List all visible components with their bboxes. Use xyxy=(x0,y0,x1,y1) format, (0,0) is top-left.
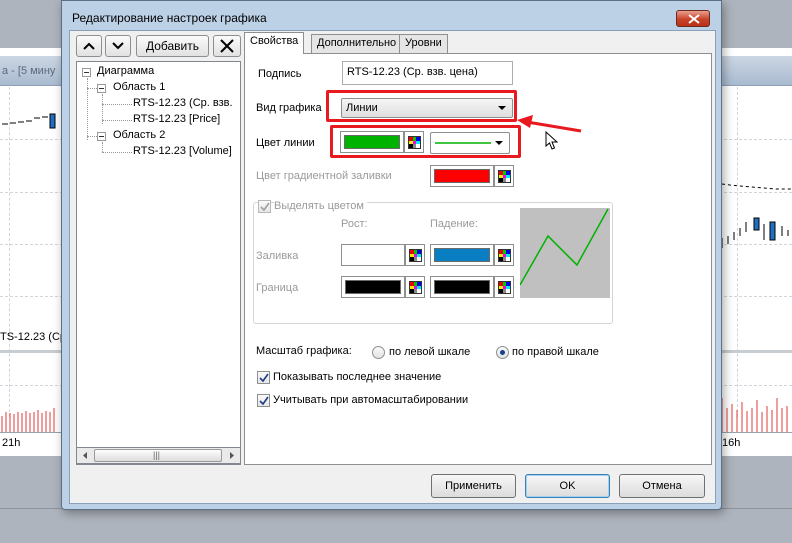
palette-icon xyxy=(498,170,511,183)
chart-preview xyxy=(519,208,610,298)
annotation-highlight-chart-type xyxy=(326,90,517,122)
rise-label: Рост: xyxy=(341,218,368,230)
close-button[interactable] xyxy=(676,10,710,27)
tree-connector xyxy=(102,104,132,105)
close-icon xyxy=(220,39,234,53)
show-last-value-checkbox[interactable] xyxy=(257,371,270,384)
tree-connector xyxy=(102,152,132,153)
border-fall-color xyxy=(434,280,490,294)
tree-item-series-avg[interactable]: RTS-12.23 (Ср. взв. xyxy=(133,97,233,109)
line-color-label: Цвет линии xyxy=(256,137,315,149)
tree-item-diagram[interactable]: Диаграмма xyxy=(97,65,154,77)
border-fall-palette-button[interactable] xyxy=(494,276,514,298)
tree-collapse-toggle[interactable] xyxy=(97,84,106,93)
tree-horizontal-scrollbar[interactable]: ||| xyxy=(76,447,241,464)
add-button[interactable]: Добавить xyxy=(136,35,209,57)
palette-icon xyxy=(498,249,511,262)
show-last-value-label: Показывать последнее значение xyxy=(273,371,442,383)
ok-button[interactable]: OK xyxy=(525,474,610,498)
fill-rise-palette-button[interactable] xyxy=(405,244,425,266)
scale-right-radio[interactable] xyxy=(496,346,509,359)
background-candle xyxy=(753,217,760,231)
move-down-button[interactable] xyxy=(105,35,131,57)
scale-left-radio[interactable] xyxy=(372,346,385,359)
highlight-color-checkbox[interactable] xyxy=(258,200,271,213)
scrollbar-grip: ||| xyxy=(153,450,161,460)
arrow-right-icon xyxy=(230,452,234,459)
scroll-right-button[interactable] xyxy=(223,448,240,463)
tree-item-area-1[interactable]: Область 1 xyxy=(113,81,165,93)
scale-left-label: по левой шкале xyxy=(389,346,471,358)
mouse-cursor-icon xyxy=(545,131,559,150)
tree-connector xyxy=(87,88,97,89)
background-volume-left xyxy=(1,408,55,432)
border-rise-swatch[interactable] xyxy=(341,276,405,298)
apply-button[interactable]: Применить xyxy=(431,474,516,498)
fall-label: Падение: xyxy=(430,218,478,230)
tree-collapse-toggle[interactable] xyxy=(82,68,91,77)
annotation-highlight-line-color xyxy=(330,125,521,158)
tree-connector xyxy=(102,120,132,121)
highlight-color-label: Выделять цветом xyxy=(274,200,367,212)
move-up-button[interactable] xyxy=(76,35,102,57)
caption-label: Подпись xyxy=(258,68,302,80)
palette-icon xyxy=(409,249,422,262)
gradient-palette-button[interactable] xyxy=(494,165,514,187)
palette-icon xyxy=(409,281,422,294)
gradient-color-swatch[interactable] xyxy=(430,165,494,187)
scroll-left-button[interactable] xyxy=(77,448,94,463)
palette-icon xyxy=(498,281,511,294)
fill-rise-swatch[interactable] xyxy=(341,244,405,266)
close-icon xyxy=(688,14,700,24)
chart-elements-tree[interactable]: Диаграмма Область 1 RTS-12.23 (Ср. взв. … xyxy=(76,61,241,465)
fill-fall-swatch[interactable] xyxy=(430,244,494,266)
chart-settings-dialog: Редактирование настроек графика Добавить… xyxy=(61,0,722,510)
fill-label: Заливка xyxy=(256,250,299,262)
scale-label: Масштаб графика: xyxy=(256,345,352,357)
tree-connector xyxy=(102,142,103,152)
use-in-autoscale-checkbox[interactable] xyxy=(257,394,270,407)
checkmark-icon xyxy=(259,373,269,383)
chevron-down-icon xyxy=(112,42,124,50)
border-rise-palette-button[interactable] xyxy=(405,276,425,298)
arrow-left-icon xyxy=(83,452,87,459)
dialog-title: Редактирование настроек графика xyxy=(72,11,267,25)
use-in-autoscale-label: Учитывать при автомасштабировании xyxy=(273,394,469,406)
delete-button[interactable] xyxy=(213,35,241,57)
checkmark-icon xyxy=(260,202,270,212)
border-rise-color xyxy=(345,280,401,294)
tab-additional[interactable]: Дополнительно xyxy=(311,34,403,53)
tree-item-series-volume[interactable]: RTS-12.23 [Volume] xyxy=(133,145,232,157)
cancel-button[interactable]: Отмена xyxy=(619,474,705,498)
chevron-up-icon xyxy=(83,42,95,50)
border-label: Граница xyxy=(256,282,299,294)
fill-fall-color xyxy=(434,248,490,262)
tree-collapse-toggle[interactable] xyxy=(97,132,106,141)
tree-item-area-2[interactable]: Область 2 xyxy=(113,129,165,141)
tree-item-series-price[interactable]: RTS-12.23 [Price] xyxy=(133,113,220,125)
fill-rise-color xyxy=(345,248,401,262)
background-average-line xyxy=(721,183,792,190)
background-candle xyxy=(769,221,776,241)
scrollbar-thumb[interactable]: ||| xyxy=(94,449,222,462)
background-candle xyxy=(49,113,56,129)
gradient-color-fill xyxy=(434,169,490,183)
background-volume-right xyxy=(721,398,788,432)
fill-fall-palette-button[interactable] xyxy=(494,244,514,266)
gradient-color-label: Цвет градиентной заливки xyxy=(256,170,392,182)
preview-line-graph xyxy=(519,208,609,286)
background-candles-left xyxy=(2,116,48,125)
border-fall-swatch[interactable] xyxy=(430,276,494,298)
tree-connector xyxy=(87,136,97,137)
caption-input[interactable]: RTS-12.23 (Ср. взв. цена) xyxy=(342,61,513,85)
chart-type-label: Вид графика xyxy=(256,102,322,114)
scale-right-label: по правой шкале xyxy=(512,346,599,358)
checkmark-icon xyxy=(259,396,269,406)
tab-properties[interactable]: Свойства xyxy=(244,32,305,54)
tab-levels[interactable]: Уровни xyxy=(399,34,448,53)
